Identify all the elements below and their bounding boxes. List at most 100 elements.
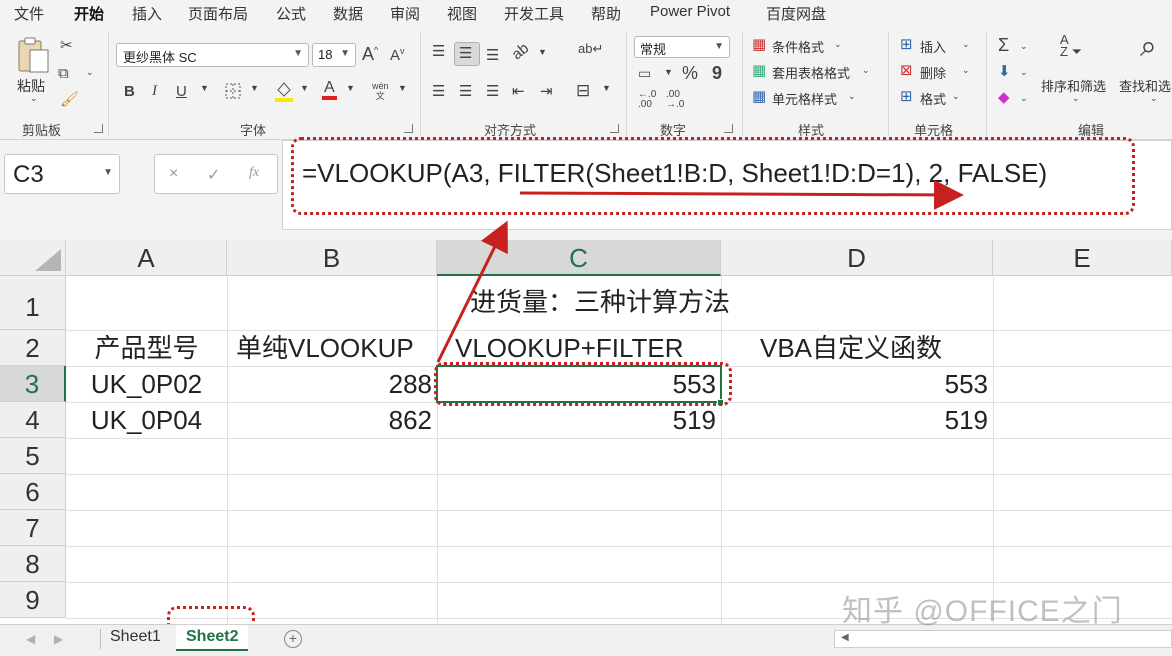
font-color-icon[interactable]: A xyxy=(322,80,337,100)
chevron-down-icon[interactable]: ⌄ xyxy=(1150,94,1158,103)
chevron-down-icon[interactable]: ⌄ xyxy=(952,92,960,101)
delete-cells-button[interactable]: 删除 xyxy=(920,63,946,82)
cell-a3[interactable]: UK_0P02 xyxy=(66,366,227,402)
insert-function-icon[interactable]: fx xyxy=(249,165,259,181)
tab-data[interactable]: 数据 xyxy=(333,3,363,24)
orientation-icon[interactable]: ab xyxy=(508,40,532,64)
bold-button[interactable]: B xyxy=(124,84,135,99)
add-sheet-button[interactable]: + xyxy=(284,630,302,648)
font-color-dropdown-icon[interactable]: ▼ xyxy=(346,84,355,93)
cell-title[interactable]: 进货量：三种计算方法 xyxy=(470,284,730,320)
tab-view[interactable]: 视图 xyxy=(447,3,477,24)
scroll-left-icon[interactable]: ◀ xyxy=(841,632,849,643)
row-header-8[interactable]: 8 xyxy=(0,546,66,582)
column-header-d[interactable]: D xyxy=(721,240,993,276)
find-select-button[interactable]: 查找和选 xyxy=(1119,76,1171,95)
paste-icon[interactable] xyxy=(16,36,50,74)
cell-b4[interactable]: 862 xyxy=(227,402,432,438)
paste-dropdown-icon[interactable]: ⌄ xyxy=(30,94,38,103)
fill-color-dropdown-icon[interactable]: ▼ xyxy=(300,84,309,93)
autosum-icon[interactable]: Σ xyxy=(998,36,1009,54)
merge-center-icon[interactable]: ⊟ xyxy=(576,82,590,99)
cell-styles-button[interactable]: 单元格样式 xyxy=(772,89,837,108)
column-header-e[interactable]: E xyxy=(993,240,1172,276)
copy-icon[interactable]: ⧉ xyxy=(58,66,69,81)
cell-c4[interactable]: 519 xyxy=(437,402,716,438)
align-top-icon[interactable]: ☰ xyxy=(432,44,445,59)
conditional-format-button[interactable]: 条件格式 xyxy=(772,37,824,56)
phonetic-icon[interactable]: wén 文 xyxy=(372,81,389,101)
font-size-select[interactable]: 18 ▼ xyxy=(312,43,356,67)
chevron-right-icon[interactable]: ▶ xyxy=(54,632,63,646)
row-header-9[interactable]: 9 xyxy=(0,582,66,618)
column-header-a[interactable]: A xyxy=(66,240,227,276)
underline-button[interactable]: U xyxy=(176,84,187,99)
align-left-icon[interactable]: ☰ xyxy=(432,84,445,99)
enter-icon[interactable]: ✓ xyxy=(207,165,220,185)
cell-d4[interactable]: 519 xyxy=(721,402,988,438)
row-header-3[interactable]: 3 xyxy=(0,366,66,402)
fill-color-icon[interactable] xyxy=(274,80,294,102)
format-as-table-button[interactable]: 套用表格格式 xyxy=(772,63,850,82)
select-all-button[interactable] xyxy=(0,240,66,276)
number-format-select[interactable]: 常规 ▼ xyxy=(634,36,730,58)
cell-d2[interactable]: VBA自定义函数 xyxy=(760,330,942,366)
number-launcher-icon[interactable] xyxy=(724,124,733,133)
row-header-2[interactable]: 2 xyxy=(0,330,66,366)
cell-a4[interactable]: UK_0P04 xyxy=(66,402,227,438)
clipboard-launcher-icon[interactable] xyxy=(94,124,103,133)
accounting-format-icon[interactable]: ▭ xyxy=(638,66,651,80)
name-box[interactable]: C3 ▼ xyxy=(4,154,120,194)
format-painter-icon[interactable]: 🖌 xyxy=(60,92,79,107)
chevron-down-icon[interactable]: ⌄ xyxy=(848,92,856,101)
increase-decimal-icon[interactable]: ←.0.00 xyxy=(638,90,656,110)
chevron-down-icon[interactable]: ⌄ xyxy=(962,66,970,75)
shrink-font-icon[interactable]: Av xyxy=(390,47,405,64)
row-header-6[interactable]: 6 xyxy=(0,474,66,510)
insert-cells-button[interactable]: 插入 xyxy=(920,37,946,56)
align-middle-icon[interactable]: ☰ xyxy=(459,46,472,61)
tab-page-layout[interactable]: 页面布局 xyxy=(188,3,248,24)
increase-indent-icon[interactable]: ⇥ xyxy=(540,84,553,99)
font-launcher-icon[interactable] xyxy=(404,124,413,133)
borders-dropdown-icon[interactable]: ▼ xyxy=(250,84,259,93)
cancel-icon[interactable]: × xyxy=(169,165,178,183)
sheet-tab-sheet1[interactable]: Sheet1 xyxy=(100,625,171,651)
merge-dropdown-icon[interactable]: ▼ xyxy=(602,84,611,93)
tab-review[interactable]: 审阅 xyxy=(390,3,420,24)
borders-icon[interactable] xyxy=(224,82,242,100)
align-right-icon[interactable]: ☰ xyxy=(486,84,499,99)
wrap-text-icon[interactable]: ab↵ xyxy=(578,42,603,55)
tab-baidu-netdisk[interactable]: 百度网盘 xyxy=(766,3,826,24)
tab-home[interactable]: 开始 xyxy=(74,3,105,29)
row-header-4[interactable]: 4 xyxy=(0,402,66,438)
tab-insert[interactable]: 插入 xyxy=(132,3,162,24)
cell-a2[interactable]: 产品型号 xyxy=(66,330,227,366)
format-cells-button[interactable]: 格式 xyxy=(920,89,946,108)
horizontal-scrollbar[interactable]: ◀ xyxy=(834,630,1172,648)
decrease-decimal-icon[interactable]: .00 →.0 xyxy=(666,90,684,110)
phonetic-dropdown-icon[interactable]: ▼ xyxy=(398,84,407,93)
chevron-down-icon[interactable]: ⌄ xyxy=(862,66,870,75)
cut-icon[interactable]: ✂ xyxy=(60,38,73,53)
comma-style-button[interactable]: 9 xyxy=(712,64,722,82)
copy-dropdown-icon[interactable]: ⌄ xyxy=(86,68,94,77)
percent-style-button[interactable]: % xyxy=(682,64,698,82)
alignment-launcher-icon[interactable] xyxy=(610,124,619,133)
decrease-indent-icon[interactable]: ⇤ xyxy=(512,84,525,99)
tab-help[interactable]: 帮助 xyxy=(591,3,621,24)
sheet-tab-sheet2[interactable]: Sheet2 xyxy=(176,625,249,651)
cell-b2[interactable]: 单纯VLOOKUP xyxy=(236,330,414,366)
font-family-select[interactable]: 更纱黑体 SC ▼ xyxy=(116,43,309,67)
orientation-dropdown-icon[interactable]: ▼ xyxy=(538,48,547,57)
column-header-b[interactable]: B xyxy=(227,240,437,276)
underline-dropdown-icon[interactable]: ▼ xyxy=(200,84,209,93)
tab-power-pivot[interactable]: Power Pivot xyxy=(650,3,730,20)
cell-c2[interactable]: VLOOKUP+FILTER xyxy=(455,330,684,366)
clear-dropdown-icon[interactable]: ⌄ xyxy=(1020,94,1028,103)
row-header-1[interactable]: 1 xyxy=(0,276,66,330)
chevron-down-icon[interactable]: ⌄ xyxy=(962,40,970,49)
accounting-dropdown-icon[interactable]: ▼ xyxy=(664,68,673,77)
fill-dropdown-icon[interactable]: ⌄ xyxy=(1020,68,1028,77)
worksheet-grid[interactable]: A B C D E 1 2 3 4 5 6 7 8 9 进货量：三种计算方法 产… xyxy=(0,240,1172,624)
